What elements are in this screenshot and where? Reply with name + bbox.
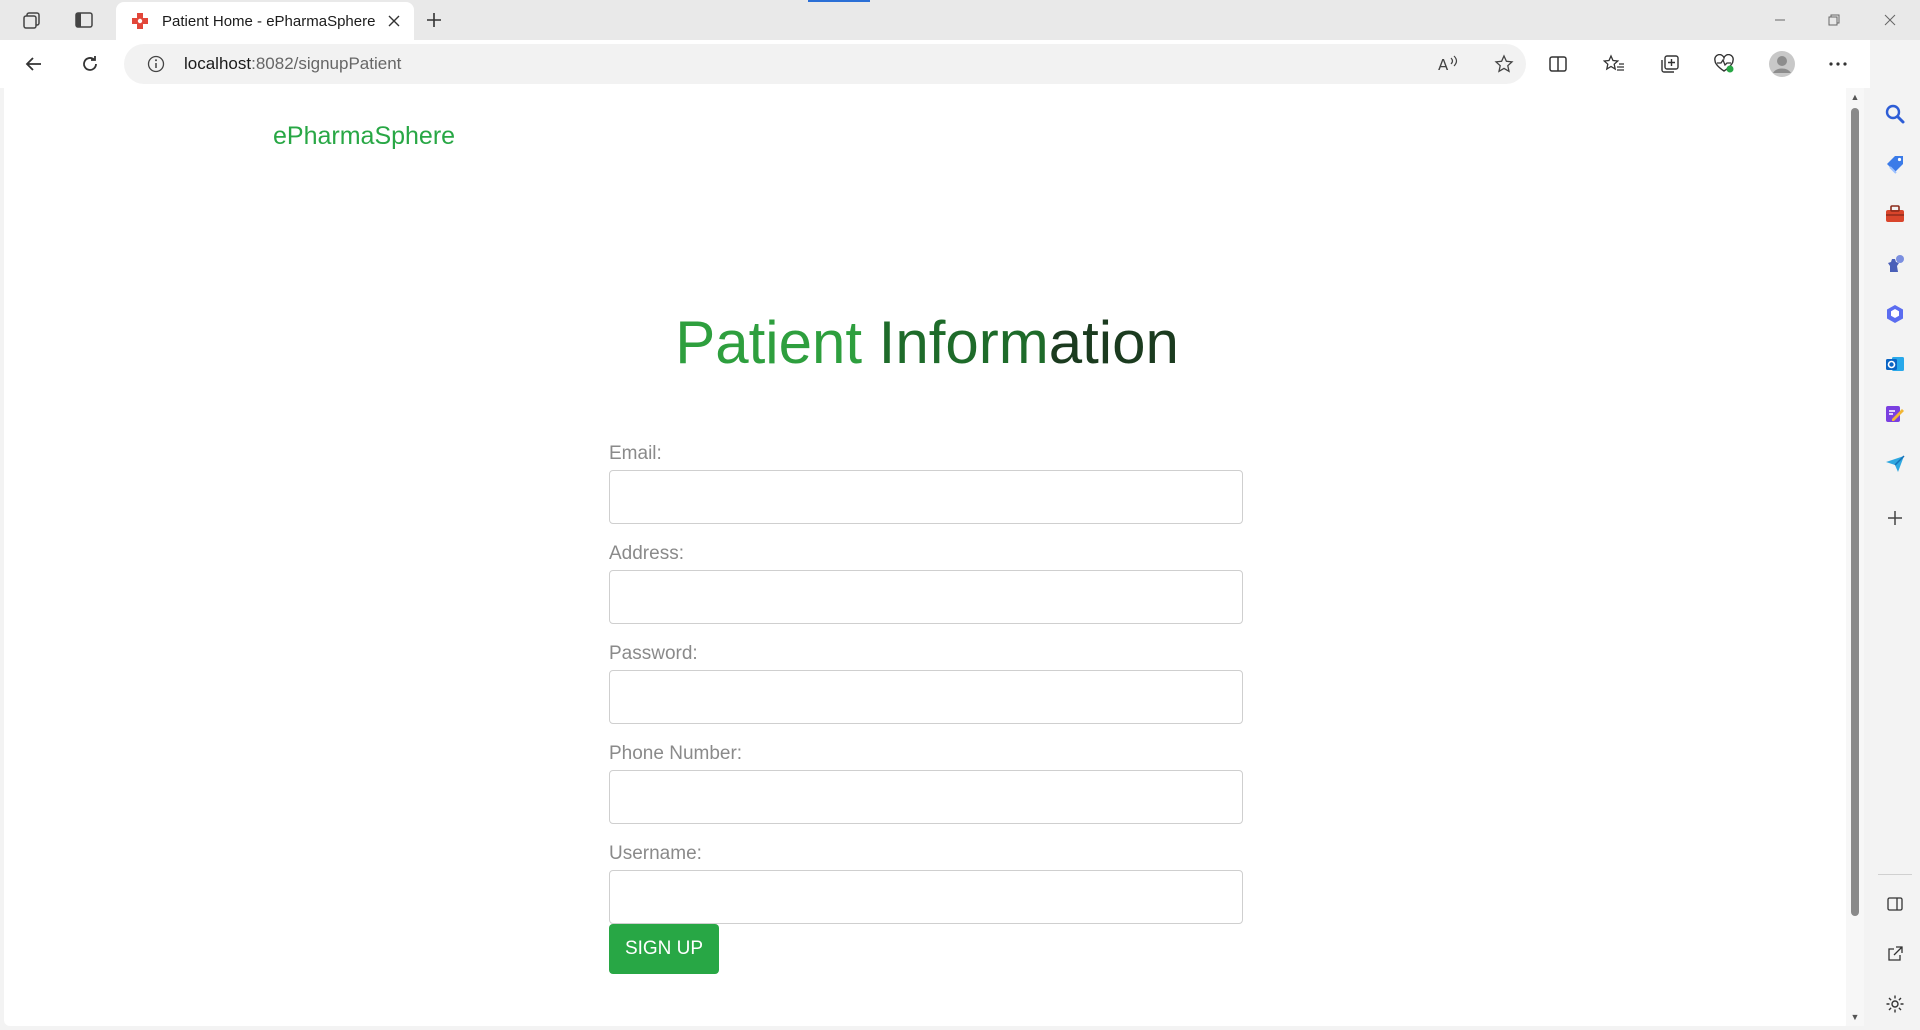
scroll-down-icon[interactable]: ▼ [1850, 1012, 1860, 1022]
restore-icon[interactable] [1806, 0, 1862, 40]
close-tab-icon[interactable] [384, 11, 404, 31]
external-link-icon[interactable] [1879, 938, 1911, 970]
more-icon[interactable] [1820, 48, 1856, 80]
password-label: Password: [609, 643, 698, 664]
split-screen-icon[interactable] [1540, 48, 1576, 80]
page-title-part: Inform [878, 309, 1049, 376]
signup-form: Email: Address: Password: Phone Number: … [609, 438, 1243, 974]
phone-label: Phone Number: [609, 743, 743, 764]
star-icon[interactable] [1488, 48, 1520, 80]
tab-strip: Patient Home - ePharmaSphere [0, 0, 1920, 40]
email-label: Email: [609, 443, 662, 464]
address-bar[interactable]: localhost:8082/signupPatient A [124, 44, 1526, 84]
sidebar-toggle-icon[interactable] [1879, 888, 1911, 920]
refresh-icon[interactable] [72, 48, 108, 80]
loading-indicator [808, 0, 870, 2]
workspaces-icon[interactable] [16, 6, 48, 34]
active-tab[interactable]: Patient Home - ePharmaSphere [116, 2, 414, 40]
url-text[interactable]: localhost:8082/signupPatient [184, 54, 401, 74]
signup-button[interactable]: SIGN UP [609, 924, 719, 974]
back-arrow-icon[interactable] [16, 48, 52, 80]
games-icon[interactable] [1879, 248, 1911, 280]
minimize-icon[interactable] [1752, 0, 1808, 40]
username-label: Username: [609, 843, 702, 864]
tab-title: Patient Home - ePharmaSphere [162, 12, 376, 30]
phone-field[interactable] [609, 770, 1243, 824]
page-title-part: Patient [675, 309, 879, 376]
add-icon[interactable] [1879, 502, 1911, 534]
address-field[interactable] [609, 570, 1243, 624]
profile-icon[interactable] [1764, 48, 1800, 80]
scroll-up-icon[interactable]: ▲ [1850, 92, 1860, 102]
close-window-icon[interactable] [1862, 0, 1918, 40]
send-icon[interactable] [1879, 448, 1911, 480]
url-host: localhost [184, 54, 252, 73]
scroll-thumb[interactable] [1851, 108, 1859, 916]
browser-toolbar: localhost:8082/signupPatient A [0, 40, 1920, 88]
shopping-tag-icon[interactable] [1879, 148, 1911, 180]
url-path: :8082/signupPatient [251, 54, 402, 73]
search-icon[interactable] [1879, 98, 1911, 130]
designer-icon[interactable] [1879, 398, 1911, 430]
svg-text:A: A [1438, 56, 1449, 74]
collections-icon[interactable] [1652, 48, 1688, 80]
sidebar-divider [1878, 874, 1912, 875]
username-field[interactable] [609, 870, 1243, 924]
toolbox-icon[interactable] [1879, 198, 1911, 230]
settings-icon[interactable] [1879, 988, 1911, 1020]
favorites-icon[interactable] [1596, 48, 1632, 80]
copilot-apps-icon[interactable] [1879, 298, 1911, 330]
password-field[interactable] [609, 670, 1243, 724]
brand-logo-link[interactable]: ePharmaSphere [273, 122, 455, 151]
tab-actions-icon[interactable] [68, 6, 100, 34]
address-label: Address: [609, 543, 684, 564]
heart-pulse-icon[interactable] [1706, 48, 1742, 80]
page-viewport: ePharmaSphere Patient Information Email:… [4, 88, 1850, 1026]
info-icon[interactable] [146, 54, 166, 74]
read-aloud-icon[interactable]: A [1432, 48, 1464, 80]
edge-sidebar [1870, 40, 1920, 1030]
page-scrollbar[interactable]: ▲ ▼ [1846, 88, 1864, 1026]
page-title: Patient Information [4, 308, 1850, 377]
outlook-icon[interactable] [1879, 348, 1911, 380]
email-field[interactable] [609, 470, 1243, 524]
page-title-part: ation [1048, 309, 1179, 376]
new-tab-button[interactable] [418, 6, 450, 34]
pharmacy-cross-icon [130, 11, 150, 31]
